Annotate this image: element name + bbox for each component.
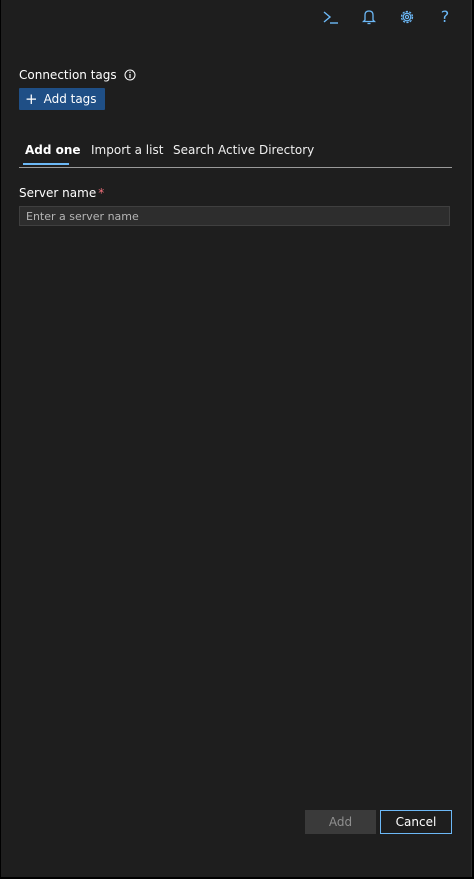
tab-import-a-list[interactable]: Import a list <box>91 140 163 167</box>
connection-tags-label: Connection tags <box>19 68 117 82</box>
add-tags-label: Add tags <box>43 92 97 106</box>
help-icon[interactable]: ? <box>433 8 457 26</box>
help-icon-glyph: ? <box>440 7 450 26</box>
tab-search-active-directory[interactable]: Search Active Directory <box>173 140 314 167</box>
bell-icon[interactable] <box>357 8 381 26</box>
server-name-input[interactable] <box>19 206 450 226</box>
add-connection-panel: ? Connection tags + Add tags Add one Imp… <box>1 0 472 877</box>
connection-tags-header: Connection tags <box>19 68 136 82</box>
cloud-shell-icon[interactable] <box>319 8 343 26</box>
server-name-label-row: Server name * <box>19 186 104 200</box>
tab-import-a-list-label: Import a list <box>91 143 164 157</box>
add-button-label: Add <box>328 815 353 829</box>
tab-search-active-directory-label: Search Active Directory <box>173 143 315 157</box>
add-tags-button[interactable]: + Add tags <box>19 88 105 110</box>
top-toolbar: ? <box>319 8 457 26</box>
add-button[interactable]: Add <box>305 810 376 834</box>
cancel-button[interactable]: Cancel <box>380 810 452 834</box>
tab-strip: Add one Import a list Search Active Dire… <box>19 140 452 168</box>
plus-icon: + <box>25 89 38 108</box>
info-icon[interactable] <box>124 69 136 81</box>
server-name-label: Server name <box>19 186 97 200</box>
required-indicator: * <box>98 186 105 200</box>
active-tab-indicator <box>23 163 69 165</box>
cancel-button-label: Cancel <box>395 815 437 829</box>
gear-icon[interactable] <box>395 8 419 26</box>
tab-add-one-label: Add one <box>25 143 81 157</box>
